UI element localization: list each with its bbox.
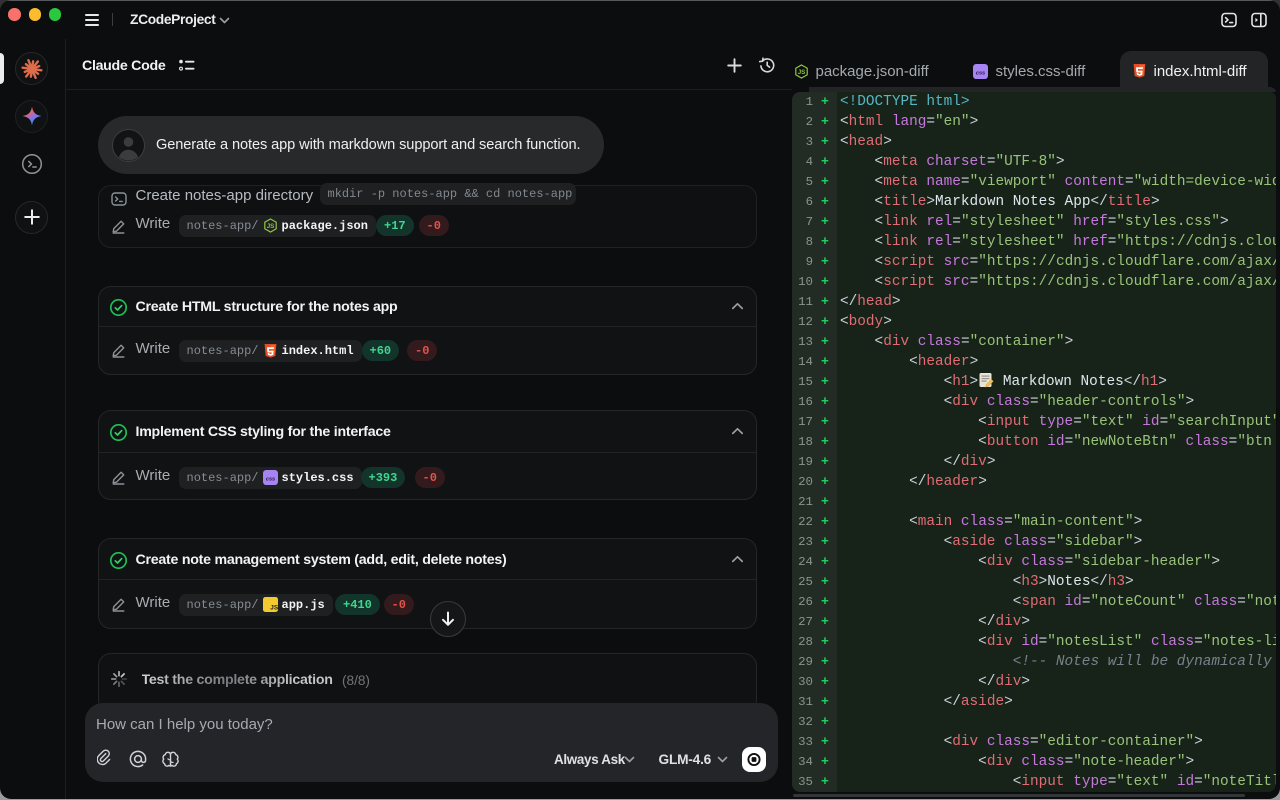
- svg-text:JS: JS: [797, 69, 805, 76]
- svg-text:JS: JS: [270, 605, 278, 612]
- svg-text:css: css: [265, 476, 274, 482]
- svg-text:css: css: [975, 70, 984, 76]
- svg-text:JS: JS: [266, 223, 274, 230]
